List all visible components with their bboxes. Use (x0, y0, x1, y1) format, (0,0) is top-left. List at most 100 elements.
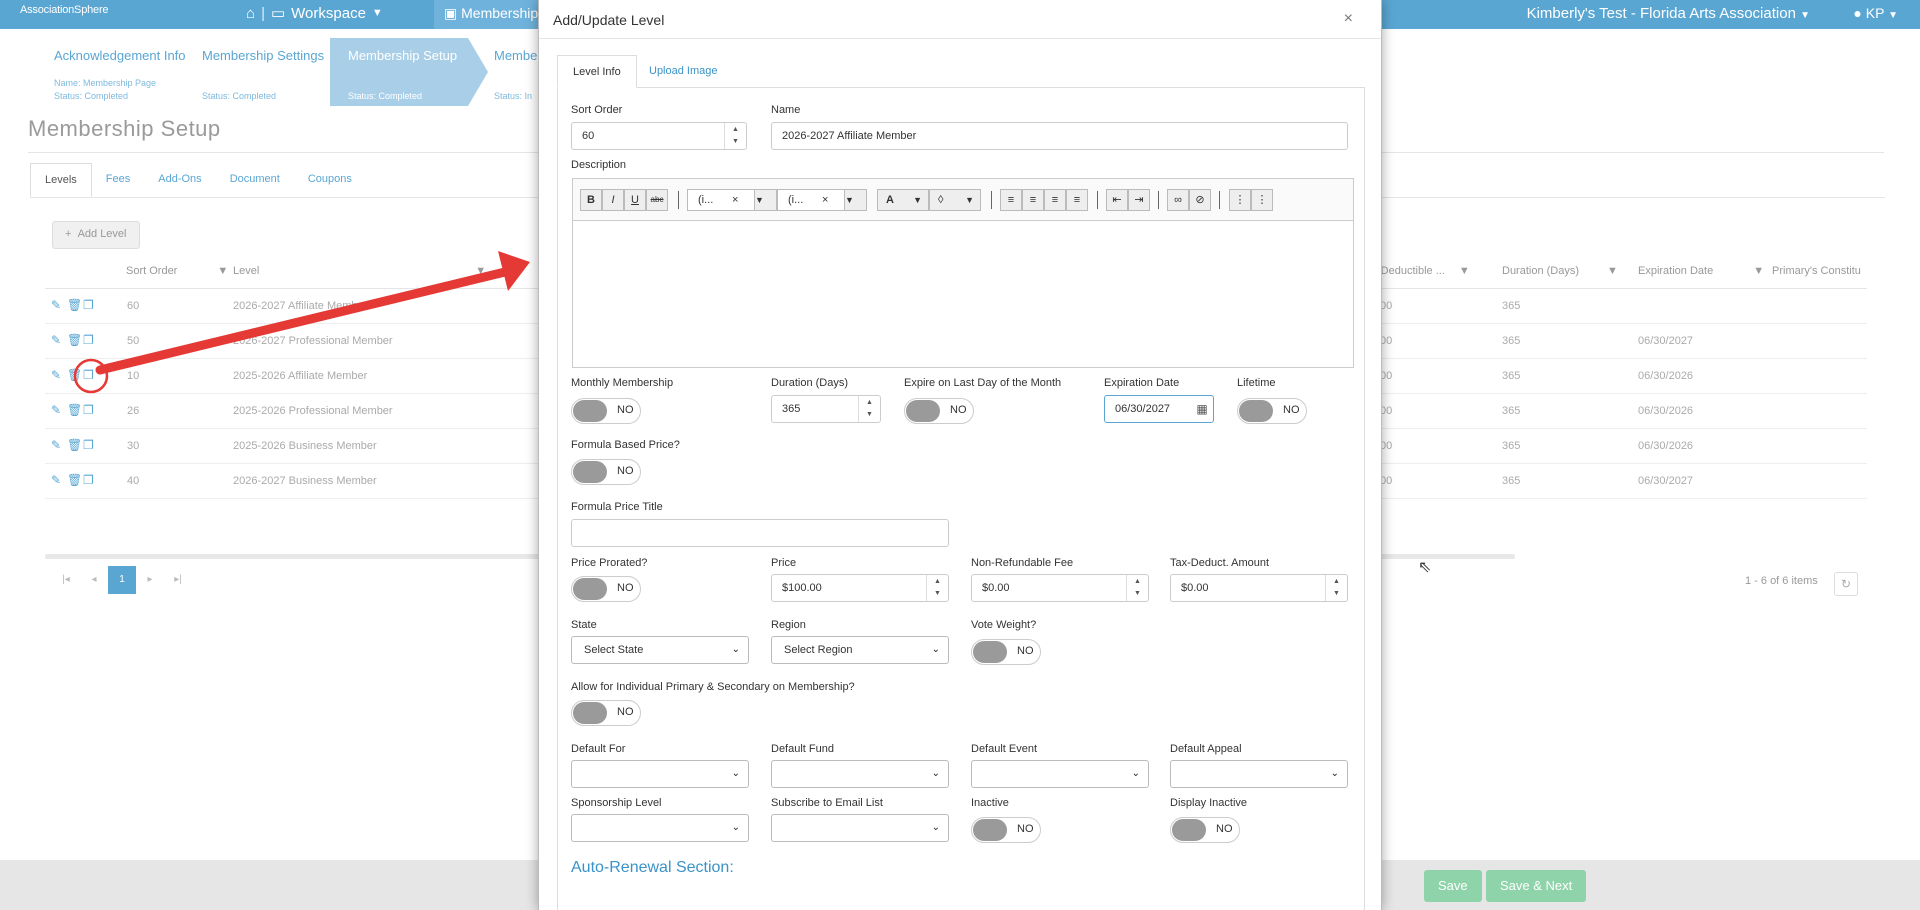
edit-icon[interactable]: ✎ (51, 473, 63, 487)
tab-level-info[interactable]: Level Info (557, 55, 637, 88)
first-page-icon[interactable]: |◂ (52, 566, 80, 594)
numbered-list-icon[interactable]: ⋮ (1229, 189, 1251, 211)
filter-icon[interactable]: ▼ (1607, 265, 1618, 277)
align-justify-icon[interactable]: ≡ (1066, 189, 1088, 211)
align-center-icon[interactable]: ≡ (1022, 189, 1044, 211)
chevron-down-icon[interactable]: ▼ (844, 190, 866, 210)
column-header-sort-order[interactable]: Sort Order ▼ (126, 256, 228, 288)
copy-icon[interactable]: ❐ (83, 403, 95, 417)
membership-tab[interactable]: ▣ Membership (434, 0, 544, 29)
inactive-toggle[interactable]: NO (971, 817, 1041, 843)
next-page-icon[interactable]: ▸ (136, 566, 164, 594)
editor-content-area[interactable] (573, 221, 1353, 367)
tab-levels[interactable]: Levels (30, 163, 92, 197)
underline-button[interactable]: U (624, 189, 646, 211)
edit-icon[interactable]: ✎ (51, 298, 63, 312)
italic-button[interactable]: I (602, 189, 624, 211)
user-menu[interactable]: ● KP ▼ (1853, 5, 1898, 21)
non-refundable-fee-input[interactable]: $0.00 ▲ ▼ (971, 574, 1149, 602)
subscribe-email-select[interactable]: ⌄ (771, 814, 949, 842)
formula-price-title-input[interactable] (571, 519, 949, 547)
strikethrough-button[interactable]: abc (646, 189, 668, 211)
edit-icon[interactable]: ✎ (51, 333, 63, 347)
stepper-icon[interactable]: ▲ ▼ (724, 123, 746, 149)
step-membership-settings[interactable]: Membership Settings Status: Completed (182, 38, 342, 106)
font-family-select[interactable]: (i... × ▼ (687, 189, 777, 211)
filter-icon[interactable]: ▼ (475, 265, 486, 277)
copy-icon[interactable]: ❐ (83, 368, 95, 382)
last-page-icon[interactable]: ▸| (164, 566, 192, 594)
step-membership-setup[interactable]: Membership Setup Status: Completed (330, 38, 468, 106)
sort-order-input[interactable]: 60 ▲ ▼ (571, 122, 747, 150)
trash-icon[interactable]: 🗑 (67, 403, 82, 417)
home-icon[interactable]: ⌂ (246, 5, 255, 22)
edit-icon[interactable]: ✎ (51, 403, 63, 417)
clear-icon[interactable]: × (732, 190, 738, 210)
tab-add-ons[interactable]: Add-Ons (144, 163, 215, 197)
tab-document[interactable]: Document (216, 163, 294, 197)
close-icon[interactable]: × (1344, 10, 1353, 28)
copy-icon[interactable]: ❐ (83, 333, 95, 347)
align-right-icon[interactable]: ≡ (1044, 189, 1066, 211)
monthly-membership-toggle[interactable]: NO (571, 398, 641, 424)
save-next-button[interactable]: Save & Next (1486, 870, 1587, 902)
default-appeal-select[interactable]: ⌄ (1170, 760, 1348, 788)
outdent-icon[interactable]: ⇤ (1106, 189, 1128, 211)
save-button[interactable]: Save (1424, 870, 1482, 902)
tab-fees[interactable]: Fees (92, 163, 144, 197)
bulleted-list-icon[interactable]: ⋮ (1251, 189, 1273, 211)
tax-deduct-amount-input[interactable]: $0.00 ▲ ▼ (1170, 574, 1348, 602)
lifetime-toggle[interactable]: NO (1237, 398, 1307, 424)
prev-page-icon[interactable]: ◂ (80, 566, 108, 594)
link-icon[interactable]: ∞ (1167, 189, 1189, 211)
chevron-down-icon[interactable]: ▼ (372, 7, 383, 19)
clear-icon[interactable]: × (822, 190, 828, 210)
trash-icon[interactable]: 🗑 (67, 333, 82, 347)
price-prorated-toggle[interactable]: NO (571, 576, 641, 602)
stepper-icon[interactable]: ▲ ▼ (858, 396, 880, 422)
page-number[interactable]: 1 (108, 566, 136, 594)
organization-selector[interactable]: Kimberly's Test - Florida Arts Associati… (1527, 5, 1810, 22)
indent-icon[interactable]: ⇥ (1128, 189, 1150, 211)
name-input[interactable]: 2026-2027 Affiliate Member (771, 122, 1348, 150)
step-acknowledgement-info[interactable]: Acknowledgement Info Name: Membership Pa… (34, 38, 194, 106)
filter-icon[interactable]: ▼ (1459, 265, 1470, 277)
state-select[interactable]: Select State ⌄ (571, 636, 749, 664)
sponsorship-level-select[interactable]: ⌄ (571, 814, 749, 842)
unlink-icon[interactable]: ⊘ (1189, 189, 1211, 211)
edit-icon[interactable]: ✎ (51, 438, 63, 452)
default-for-select[interactable]: ⌄ (571, 760, 749, 788)
font-color-button[interactable]: A ▼ (877, 189, 929, 211)
trash-icon[interactable]: 🗑 (67, 473, 82, 487)
filter-icon[interactable]: ▼ (1753, 265, 1764, 277)
display-inactive-toggle[interactable]: NO (1170, 817, 1240, 843)
step-next[interactable]: Membe Status: In (474, 38, 538, 106)
edit-icon[interactable]: ✎ (51, 368, 63, 382)
copy-icon[interactable]: ❐ (83, 298, 95, 312)
background-color-button[interactable]: ◊ ▼ (929, 189, 981, 211)
chevron-down-icon[interactable]: ▼ (754, 190, 776, 210)
column-header-duration[interactable]: Duration (Days) ▼ (1502, 256, 1618, 288)
stepper-icon[interactable]: ▲ ▼ (1126, 575, 1148, 601)
copy-icon[interactable]: ❐ (83, 473, 95, 487)
align-left-icon[interactable]: ≡ (1000, 189, 1022, 211)
workspace-menu[interactable]: Workspace (291, 5, 366, 22)
price-input[interactable]: $100.00 ▲ ▼ (771, 574, 949, 602)
column-header-expiration[interactable]: Expiration Date ▼ (1638, 256, 1764, 288)
expire-last-day-toggle[interactable]: NO (904, 398, 974, 424)
refresh-icon[interactable]: ↻ (1834, 572, 1858, 596)
region-select[interactable]: Select Region ⌄ (771, 636, 949, 664)
trash-icon[interactable]: 🗑 (67, 298, 82, 312)
vote-weight-toggle[interactable]: NO (971, 639, 1041, 665)
trash-icon[interactable]: 🗑 (67, 368, 82, 382)
bold-button[interactable]: B (580, 189, 602, 211)
calendar-icon[interactable]: ▦ (1191, 396, 1213, 422)
expiration-date-input[interactable]: 06/30/2027 ▦ (1104, 395, 1214, 423)
default-fund-select[interactable]: ⌄ (771, 760, 949, 788)
app-logo[interactable]: AssociationSphere (20, 4, 109, 16)
tab-upload-image[interactable]: Upload Image (634, 55, 733, 88)
copy-icon[interactable]: ❐ (83, 438, 95, 452)
trash-icon[interactable]: 🗑 (67, 438, 82, 452)
allow-primary-secondary-toggle[interactable]: NO (571, 700, 641, 726)
default-event-select[interactable]: ⌄ (971, 760, 1149, 788)
